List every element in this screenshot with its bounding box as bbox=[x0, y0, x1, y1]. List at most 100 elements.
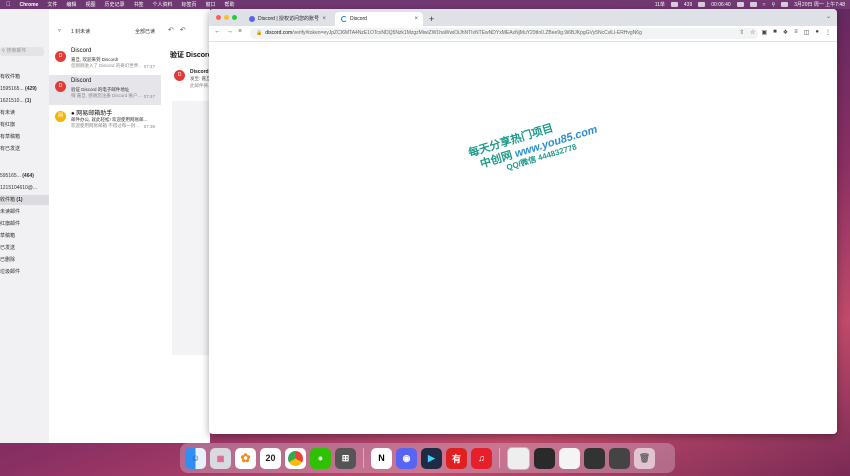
window-thumbnail-icon[interactable] bbox=[584, 447, 605, 469]
sidebar-item[interactable]: 1215104610@... bbox=[0, 183, 49, 193]
sidebar-item[interactable]: 有红旗 bbox=[0, 120, 49, 130]
apple-menu-icon[interactable]:  bbox=[6, 2, 11, 8]
sidebar-item[interactable]: 垃圾邮件 bbox=[0, 267, 49, 277]
menu-bar:  Chrome 文件 编辑 视图 历史记录 书签 个人资料 标签页 窗口 帮助… bbox=[0, 0, 850, 9]
close-tab-icon[interactable]: × bbox=[322, 12, 326, 26]
browser-window: Discord | 授权访问您的账号 × Discord × + ⌄ ← → ×… bbox=[209, 9, 837, 434]
share-icon[interactable]: ⇧ bbox=[739, 29, 744, 36]
document-thumbnail-icon[interactable] bbox=[507, 446, 530, 470]
reply-all-icon[interactable]: ↶ bbox=[180, 26, 186, 34]
tab-search-icon[interactable]: ⌄ bbox=[826, 13, 831, 20]
tab-discord[interactable]: Discord × bbox=[335, 12, 423, 26]
battery-icon[interactable] bbox=[749, 2, 757, 7]
netease-music-icon[interactable]: ♫ bbox=[471, 447, 492, 469]
sidebar-item[interactable]: 已发送 bbox=[0, 243, 49, 253]
sidebar-item[interactable]: 1621510... (1) bbox=[0, 96, 49, 106]
list-item-selected[interactable]: D Discord 验证 Discord 的电子邮件地址 嗨 嘉旦, 感谢您注册… bbox=[49, 75, 161, 105]
menu-item-bookmarks[interactable]: 书签 bbox=[133, 1, 143, 8]
sidebar-item[interactable]: 有已发送 bbox=[0, 144, 49, 154]
lock-icon[interactable]: 🔒 bbox=[256, 28, 262, 39]
sidebar-item[interactable]: 未读邮件 bbox=[0, 207, 49, 217]
close-tab-icon[interactable]: × bbox=[414, 12, 418, 26]
status-timer[interactable]: 00:06:40 bbox=[711, 2, 730, 8]
zoom-window-button[interactable] bbox=[232, 15, 237, 20]
forward-button[interactable]: → bbox=[226, 28, 233, 35]
list-item[interactable]: 网 ● 网易邮箱助手 邮件办公, 就此轻松! 欢迎使用网易邮... 欢迎使用网易… bbox=[49, 105, 161, 135]
filter-icon[interactable]: ▿ bbox=[58, 27, 61, 34]
reader-gap bbox=[161, 9, 168, 443]
youdao-icon[interactable]: 有 bbox=[446, 447, 467, 469]
address-bar[interactable]: 🔒 discord.com/verify#token=eyJpZCI6MTA4Nz… bbox=[250, 28, 758, 39]
wechat-icon[interactable]: ● bbox=[310, 447, 331, 469]
bookmark-star-icon[interactable]: ☆ bbox=[750, 29, 755, 36]
mark-all-read-button[interactable]: 全部已读 bbox=[135, 28, 155, 35]
reply-icon[interactable]: ↶ bbox=[168, 26, 174, 34]
sidebar-icon[interactable]: ◫ bbox=[804, 29, 810, 36]
stop-loading-button[interactable]: × bbox=[238, 28, 242, 35]
puzzle-extensions-icon[interactable]: ❖ bbox=[783, 29, 788, 36]
status-app-icon[interactable] bbox=[670, 2, 678, 7]
sidebar-item[interactable]: 1595165... (429) bbox=[0, 84, 49, 94]
photos-icon[interactable]: ✿ bbox=[235, 447, 256, 469]
sidebar-item[interactable]: 红旗邮件 bbox=[0, 219, 49, 229]
sidebar-item[interactable]: 有草稿箱 bbox=[0, 132, 49, 142]
playlist-icon[interactable]: ≡ bbox=[794, 29, 798, 36]
mail-sidebar: ⚲ 搜索邮件 有收件箱 1595165... (429) 1621510... … bbox=[0, 9, 50, 443]
menu-item-file[interactable]: 文件 bbox=[47, 1, 57, 8]
sidebar-item-count: (429) bbox=[25, 86, 37, 92]
sidebar-item-label: 未读邮件 bbox=[0, 209, 21, 215]
profile-icon[interactable]: ● bbox=[815, 29, 819, 36]
tab-title: Discord bbox=[350, 16, 367, 22]
chrome-icon[interactable] bbox=[285, 447, 306, 469]
more-menu-icon[interactable]: ⋮ bbox=[825, 29, 831, 36]
extension-icon[interactable]: ▣ bbox=[762, 29, 768, 36]
sidebar-item-inbox[interactable]: 收件箱 (1) bbox=[0, 195, 49, 205]
menu-clock[interactable]: 3月20日 周一 上午7:48 bbox=[794, 1, 845, 8]
sidebar-item[interactable]: 有未读 bbox=[0, 108, 49, 118]
message-preview: 嗨 嘉旦, 感谢您注册 Discord 账户... bbox=[71, 93, 141, 98]
menu-item-window[interactable]: 窗口 bbox=[206, 1, 216, 8]
sidebar-item[interactable]: 595165... (464) bbox=[0, 171, 49, 181]
menu-item-history[interactable]: 历史记录 bbox=[104, 1, 124, 8]
mail-search-input[interactable]: ⚲ 搜索邮件 bbox=[0, 47, 44, 56]
new-tab-button[interactable]: + bbox=[429, 12, 434, 26]
sidebar-item[interactable]: 有收件箱 bbox=[0, 72, 49, 82]
notion-icon[interactable]: N bbox=[371, 447, 392, 469]
video-icon[interactable]: ▶ bbox=[421, 447, 442, 469]
control-center-icon[interactable] bbox=[781, 2, 789, 7]
finder-icon[interactable]: ☺ bbox=[185, 447, 206, 469]
window-thumbnail-icon[interactable] bbox=[609, 447, 630, 469]
status-app-icon[interactable] bbox=[736, 2, 744, 7]
window-thumbnail-icon[interactable] bbox=[534, 447, 555, 469]
dock-separator bbox=[363, 448, 364, 468]
calendar-icon[interactable]: 20 bbox=[260, 447, 281, 469]
menu-item-help[interactable]: 帮助 bbox=[225, 1, 235, 8]
url-host: discord.com bbox=[265, 30, 293, 36]
sidebar-item[interactable]: 草稿箱 bbox=[0, 231, 49, 241]
menu-item-tabs[interactable]: 标签页 bbox=[182, 1, 197, 8]
launchpad-icon[interactable]: ▦ bbox=[210, 447, 231, 469]
extension-icon[interactable]: ■ bbox=[773, 29, 777, 36]
message-preview: 欢迎使用网易邮箱 不错过每一封... bbox=[71, 123, 139, 128]
window-thumbnail-icon[interactable] bbox=[559, 447, 580, 469]
tab-discord-authorize[interactable]: Discord | 授权访问您的账号 × bbox=[243, 12, 331, 26]
status-app-icon[interactable] bbox=[698, 2, 706, 7]
trash-icon[interactable]: 🗑 bbox=[634, 447, 655, 469]
menu-app-name[interactable]: Chrome bbox=[20, 2, 39, 8]
menu-item-edit[interactable]: 编辑 bbox=[66, 1, 76, 8]
status-item-count[interactable]: 439 bbox=[684, 2, 692, 8]
calculator-icon[interactable]: ⊞ bbox=[335, 447, 356, 469]
menu-item-view[interactable]: 视图 bbox=[85, 1, 95, 8]
close-window-button[interactable] bbox=[216, 15, 221, 20]
menu-item-profiles[interactable]: 个人资料 bbox=[152, 1, 172, 8]
discord-icon[interactable]: ◉ bbox=[396, 447, 417, 469]
wifi-icon[interactable]: ≈ bbox=[763, 2, 766, 8]
back-button[interactable]: ← bbox=[214, 28, 221, 35]
list-item[interactable]: D Discord 嘉旦, 欢迎来到 Discord! 您刚刚进入了 Disco… bbox=[49, 45, 161, 75]
minimize-window-button[interactable] bbox=[224, 15, 229, 20]
search-icon[interactable]: ⚲ bbox=[771, 2, 775, 8]
sidebar-item-count: (1) bbox=[16, 197, 23, 203]
sidebar-item-label: 已发送 bbox=[0, 245, 16, 251]
sidebar-item[interactable]: 已删除 bbox=[0, 255, 49, 265]
status-item-order[interactable]: 11单 bbox=[655, 1, 665, 8]
